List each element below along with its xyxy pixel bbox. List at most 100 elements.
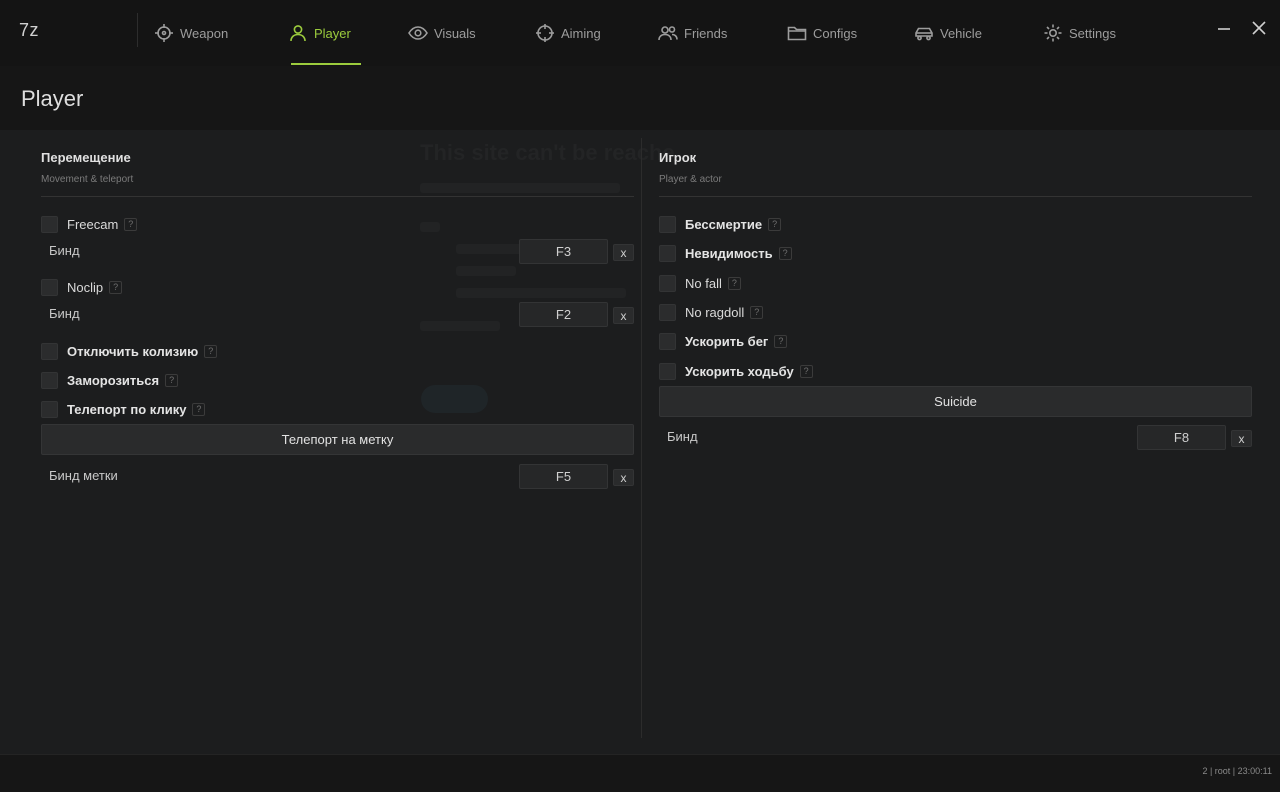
help-icon[interactable]: ? (165, 373, 179, 387)
help-icon[interactable]: ? (774, 334, 788, 348)
help-icon[interactable]: ? (727, 276, 741, 290)
noclip-bind-clear-button[interactable]: x (613, 307, 634, 324)
freeze-checkbox[interactable] (41, 371, 58, 389)
section-divider (41, 196, 634, 197)
minimize-button[interactable] (1216, 20, 1232, 36)
marker-bind-label: Бинд метки (49, 468, 118, 483)
click-teleport-checkbox[interactable] (41, 400, 58, 418)
freecam-checkbox[interactable] (41, 215, 58, 233)
help-icon[interactable]: ? (192, 402, 206, 416)
active-tab-indicator (291, 63, 361, 65)
fast-run-checkbox-row[interactable]: Ускорить бег ? (659, 332, 788, 350)
section-title-player: Игрок (659, 150, 697, 165)
background-text-line (420, 321, 500, 331)
status-footer: 2 | root | 23:00:11 (0, 754, 1280, 792)
godmode-checkbox-row[interactable]: Бессмертие ? (659, 215, 782, 233)
fast-walk-checkbox[interactable] (659, 362, 676, 380)
app-logo: 7z (19, 20, 40, 40)
teleport-to-marker-button[interactable]: Телепорт на метку (41, 424, 634, 455)
help-icon[interactable]: ? (799, 364, 813, 378)
section-title-movement: Перемещение (41, 150, 131, 165)
marker-bind-key[interactable]: F5 (519, 464, 608, 489)
tab-label: Vehicle (940, 25, 982, 41)
help-icon[interactable]: ? (778, 246, 792, 260)
noclip-checkbox[interactable] (41, 278, 58, 296)
godmode-checkbox[interactable] (659, 215, 676, 233)
section-subtitle-player: Player & actor (659, 174, 722, 185)
invisible-label: Невидимость (685, 245, 773, 261)
invisible-checkbox[interactable] (659, 244, 676, 262)
noclip-checkbox-row[interactable]: Noclip ? (41, 278, 123, 296)
background-reload-button (421, 385, 488, 413)
section-subtitle-movement: Movement & teleport (41, 174, 134, 185)
car-icon (915, 27, 933, 41)
fast-run-checkbox[interactable] (659, 332, 676, 350)
click-teleport-label: Телепорт по клику (67, 401, 187, 417)
tab-weapon[interactable]: Weapon (154, 0, 228, 66)
freeze-checkbox-row[interactable]: Заморозиться ? (41, 371, 179, 389)
crosshair-icon (155, 24, 173, 42)
logo-divider (137, 13, 138, 47)
fast-run-label: Ускорить бег (685, 333, 769, 349)
noragdoll-checkbox-row[interactable]: No ragdoll ? (659, 303, 764, 321)
background-page-title: This site can't be reache (420, 140, 675, 165)
noragdoll-checkbox[interactable] (659, 303, 676, 321)
click-teleport-checkbox-row[interactable]: Телепорт по клику ? (41, 400, 206, 418)
page-header: Player (0, 66, 1280, 130)
help-icon[interactable]: ? (204, 344, 218, 358)
nofall-label: No fall (685, 275, 722, 291)
background-text-line (456, 288, 626, 298)
freecam-bind-label: Бинд (49, 243, 80, 258)
tab-label: Aiming (561, 25, 601, 41)
users-icon (658, 26, 678, 41)
background-text-line (456, 266, 516, 276)
tab-label: Player (314, 25, 351, 41)
section-divider (659, 196, 1252, 197)
help-icon[interactable]: ? (768, 217, 782, 231)
help-icon[interactable]: ? (750, 305, 764, 319)
freeze-label: Заморозиться (67, 372, 160, 388)
noclip-bind-key[interactable]: F2 (519, 302, 608, 327)
freecam-bind-key[interactable]: F3 (519, 239, 608, 264)
tab-label: Configs (813, 25, 858, 41)
status-text: 2 | root | 23:00:11 (1202, 766, 1272, 776)
close-button[interactable] (1251, 20, 1267, 36)
help-icon[interactable]: ? (109, 280, 123, 294)
freecam-label: Freecam (67, 216, 119, 232)
gear-icon (1044, 24, 1062, 42)
suicide-button[interactable]: Suicide (659, 386, 1252, 417)
tab-player[interactable]: Player (288, 0, 351, 66)
tab-label: Visuals (434, 25, 476, 41)
suicide-bind-clear-button[interactable]: x (1231, 430, 1252, 447)
close-icon (1252, 21, 1266, 35)
nofall-checkbox-row[interactable]: No fall ? (659, 274, 741, 292)
tab-label: Weapon (180, 25, 229, 41)
marker-bind-clear-button[interactable]: x (613, 469, 634, 486)
noclip-bind-label: Бинд (49, 306, 80, 321)
collision-label: Отключить колизию (67, 343, 199, 359)
tab-label: Friends (684, 25, 728, 41)
background-text-line (420, 183, 620, 193)
folder-icon (787, 26, 807, 41)
invisible-checkbox-row[interactable]: Невидимость ? (659, 244, 792, 262)
help-icon[interactable]: ? (124, 217, 138, 231)
suicide-bind-key[interactable]: F8 (1137, 425, 1226, 450)
tab-aiming[interactable]: Aiming (535, 0, 601, 66)
godmode-label: Бессмертие (685, 216, 763, 232)
collision-checkbox-row[interactable]: Отключить колизию ? (41, 342, 218, 360)
tab-configs[interactable]: Configs (787, 0, 857, 66)
suicide-bind-label: Бинд (667, 429, 698, 444)
collision-checkbox[interactable] (41, 342, 58, 360)
background-text-line (420, 222, 440, 232)
nofall-checkbox[interactable] (659, 274, 676, 292)
page-title: Player (21, 86, 84, 111)
fast-walk-label: Ускорить ходьбу (685, 363, 794, 379)
tab-vehicle[interactable]: Vehicle (914, 0, 982, 66)
fast-walk-checkbox-row[interactable]: Ускорить ходьбу ? (659, 362, 813, 380)
tab-friends[interactable]: Friends (658, 0, 727, 66)
tab-settings[interactable]: Settings (1043, 0, 1116, 66)
noragdoll-label: No ragdoll (685, 304, 745, 320)
freecam-checkbox-row[interactable]: Freecam ? (41, 215, 138, 233)
tab-visuals[interactable]: Visuals (408, 0, 476, 66)
freecam-bind-clear-button[interactable]: x (613, 244, 634, 261)
